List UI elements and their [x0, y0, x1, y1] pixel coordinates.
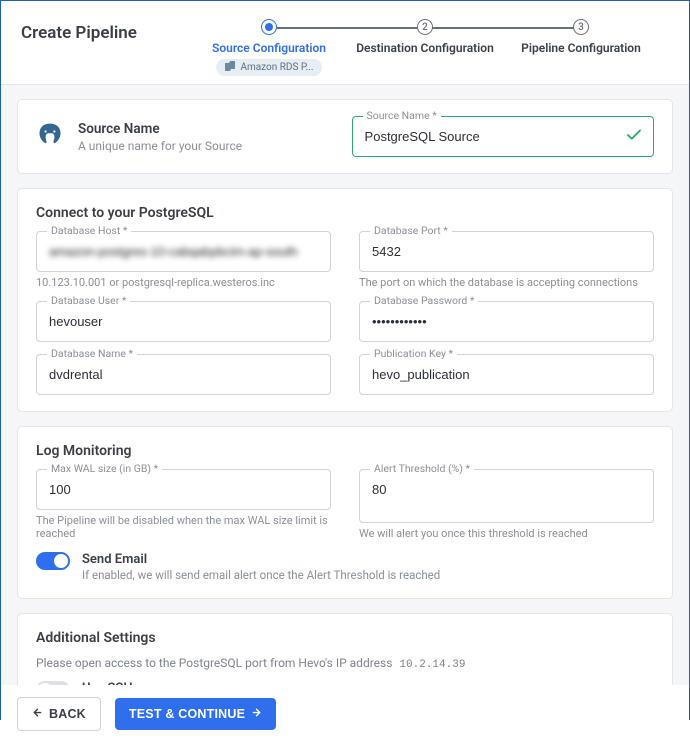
step-source-configuration[interactable]: Source Configuration Amazon RDS P... [191, 19, 347, 76]
stepper: Source Configuration Amazon RDS P... 2 D… [191, 19, 659, 76]
source-name-subtitle: A unique name for your Source [78, 139, 338, 153]
test-continue-label: TEST & CONTINUE [129, 707, 245, 721]
page-title: Create Pipeline [21, 19, 191, 43]
database-user-input[interactable] [37, 302, 330, 341]
step-circle: 2 [417, 19, 433, 35]
database-name-input[interactable] [37, 355, 330, 394]
postgresql-icon [36, 121, 64, 153]
publication-key-field[interactable]: Publication Key * [359, 354, 654, 395]
use-ssh-toggle[interactable] [36, 681, 70, 685]
source-name-input[interactable] [353, 117, 653, 156]
database-password-input[interactable] [360, 302, 653, 341]
source-name-field[interactable]: Source Name * [352, 116, 654, 157]
source-name-card: Source Name A unique name for your Sourc… [17, 99, 673, 174]
step-label: Pipeline Configuration [521, 41, 641, 55]
ip-address: 10.2.14.39 [395, 658, 469, 672]
connect-title: Connect to your PostgreSQL [36, 205, 654, 221]
back-label: BACK [49, 707, 86, 721]
log-monitoring-card: Log Monitoring Max WAL size (in GB) * Th… [17, 426, 673, 599]
additional-desc: Please open access to the PostgreSQL por… [36, 656, 654, 671]
content-area: Source Name A unique name for your Sourc… [1, 85, 689, 685]
max-wal-hint: The Pipeline will be disabled when the m… [36, 514, 331, 540]
source-type-chip: Amazon RDS P... [216, 59, 321, 76]
database-port-hint: The port on which the database is accept… [359, 276, 654, 289]
step-pipeline-configuration[interactable]: 3 Pipeline Configuration [503, 19, 659, 76]
step-label: Source Configuration [212, 41, 326, 55]
additional-desc-text: Please open access to the PostgreSQL por… [36, 656, 395, 670]
step-destination-configuration[interactable]: 2 Destination Configuration [347, 19, 503, 76]
database-port-input[interactable] [360, 232, 653, 271]
database-port-field[interactable]: Database Port * [359, 231, 654, 272]
test-continue-button[interactable]: TEST & CONTINUE [115, 698, 276, 730]
max-wal-field[interactable]: Max WAL size (in GB) * [36, 469, 331, 510]
amazon-rds-icon [224, 61, 236, 74]
field-label: Source Name * [363, 109, 441, 122]
field-label: Database Port * [370, 224, 452, 237]
alert-threshold-field[interactable]: Alert Threshold (%) * [359, 469, 654, 523]
step-label: Destination Configuration [356, 41, 494, 55]
arrow-right-icon [251, 707, 262, 721]
step-circle: 3 [573, 19, 589, 35]
database-user-field[interactable]: Database User * [36, 301, 331, 342]
header: Create Pipeline Source Configuration Ama… [1, 1, 689, 85]
log-title: Log Monitoring [36, 443, 654, 459]
alert-threshold-input[interactable] [360, 470, 653, 509]
source-name-heading: Source Name [78, 121, 338, 137]
database-password-field[interactable]: Database Password * [359, 301, 654, 342]
send-email-label: Send Email [82, 552, 440, 567]
publication-key-input[interactable] [360, 355, 653, 394]
database-host-input[interactable] [37, 232, 330, 271]
use-ssh-label: Use SSH [82, 681, 322, 685]
field-label: Alert Threshold (%) * [370, 462, 474, 475]
database-host-hint: 10.123.10.001 or postgresql-replica.west… [36, 276, 331, 289]
alert-threshold-hint: We will alert you once this threshold is… [359, 527, 654, 540]
step-circle-active [261, 19, 277, 35]
send-email-sub: If enabled, we will send email alert onc… [82, 568, 440, 582]
database-name-field[interactable]: Database Name * [36, 354, 331, 395]
back-button[interactable]: BACK [17, 697, 101, 731]
checkmark-icon [625, 126, 643, 148]
arrow-left-icon [32, 707, 43, 721]
field-label: Max WAL size (in GB) * [47, 462, 162, 475]
field-label: Database User * [47, 294, 130, 307]
max-wal-input[interactable] [37, 470, 330, 509]
send-email-toggle[interactable] [36, 552, 70, 570]
chip-label: Amazon RDS P... [240, 62, 313, 73]
additional-title: Additional Settings [36, 630, 654, 646]
database-host-field[interactable]: Database Host * [36, 231, 331, 272]
additional-settings-card: Additional Settings Please open access t… [17, 613, 673, 685]
field-label: Database Name * [47, 347, 137, 360]
footer: BACK TEST & CONTINUE [1, 685, 689, 743]
connect-card: Connect to your PostgreSQL Database Host… [17, 188, 673, 412]
field-label: Database Password * [370, 294, 478, 307]
field-label: Publication Key * [370, 347, 457, 360]
